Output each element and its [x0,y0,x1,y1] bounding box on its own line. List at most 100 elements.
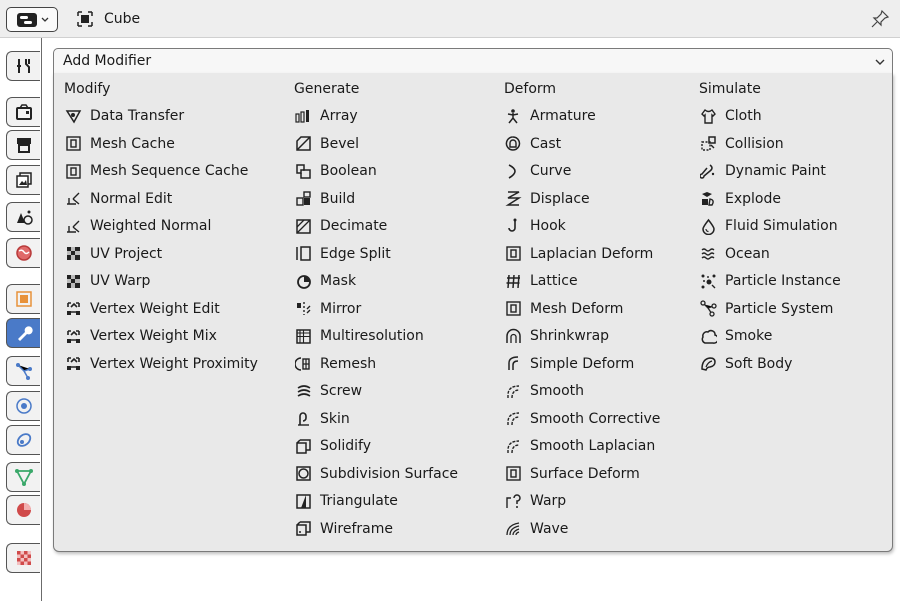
menu-item-mesh-deform[interactable]: Mesh Deform [502,297,623,321]
add-modifier-label: Add Modifier [63,53,152,69]
menu-item-hook[interactable]: Hook [502,214,566,238]
menu-item-fluid-simulation[interactable]: Fluid Simulation [697,214,838,238]
menu-item-mask[interactable]: Mask [292,269,356,293]
menu-item-remesh[interactable]: Remesh [292,352,376,376]
menu-item-weighted-normal[interactable]: Weighted Normal [62,214,211,238]
world-tab[interactable] [6,238,40,268]
menu-item-collision[interactable]: Collision [697,132,784,156]
menu-item-screw[interactable]: Screw [292,379,362,403]
column-heading-simulate: Simulate [699,81,761,97]
menu-item-label: Smoke [725,328,773,344]
menu-item-laplacian-deform[interactable]: Laplacian Deform [502,242,653,266]
hook-icon [502,216,524,236]
pin-icon[interactable] [870,9,890,29]
decimate-icon [292,216,314,236]
menu-item-solidify[interactable]: Solidify [292,434,371,458]
menu-item-boolean[interactable]: Boolean [292,159,377,183]
menu-item-uv-warp[interactable]: UV Warp [62,269,150,293]
smoke-icon [697,326,719,346]
menu-item-triangulate[interactable]: Triangulate [292,489,398,513]
menu-item-decimate[interactable]: Decimate [292,214,387,238]
world-icon [15,245,32,261]
menu-item-multiresolution[interactable]: Multiresolution [292,324,424,348]
menu-item-skin[interactable]: Skin [292,407,350,431]
view-layer-tab[interactable] [6,165,40,195]
menu-item-warp[interactable]: Warp [502,489,566,513]
menu-item-soft-body[interactable]: Soft Body [697,352,792,376]
output-tab[interactable] [6,130,40,160]
explode-icon [697,189,719,209]
render-tab[interactable] [6,97,40,127]
menu-item-label: Simple Deform [530,355,635,372]
texture-tab[interactable] [6,543,40,573]
collision-icon [697,134,719,154]
editor-type-button[interactable] [6,7,58,32]
menu-item-smooth-corrective[interactable]: Smooth Corrective [502,407,660,431]
uv-project-icon [62,244,84,264]
menu-item-explode[interactable]: Explode [697,187,781,211]
menu-item-label: Vertex Weight Mix [90,328,217,344]
data-tab[interactable] [6,462,40,492]
menu-item-uv-project[interactable]: UV Project [62,242,162,266]
menu-item-vertex-weight-edit[interactable]: Vertex Weight Edit [62,297,220,321]
menu-item-lattice[interactable]: Lattice [502,269,578,293]
menu-item-wave[interactable]: Wave [502,517,568,541]
multiresolution-icon [292,326,314,346]
modifier-tab[interactable] [6,318,40,348]
menu-item-smoke[interactable]: Smoke [697,324,772,348]
wave-icon [502,519,524,539]
menu-item-surface-deform[interactable]: Surface Deform [502,462,640,486]
menu-item-particle-instance[interactable]: Particle Instance [697,269,841,293]
menu-item-displace[interactable]: Displace [502,187,590,211]
menu-item-bevel[interactable]: Bevel [292,132,359,156]
menu-item-label: Mask [320,273,357,289]
build-icon [292,189,314,209]
menu-item-armature[interactable]: Armature [502,104,596,128]
menu-item-normal-edit[interactable]: Normal Edit [62,187,172,211]
menu-item-smooth-laplacian[interactable]: Smooth Laplacian [502,434,655,458]
data-transfer-icon [62,106,84,126]
menu-item-edge-split[interactable]: Edge Split [292,242,391,266]
menu-item-label: Array [320,108,358,124]
menu-item-vertex-weight-mix[interactable]: Vertex Weight Mix [62,324,217,348]
menu-item-wireframe[interactable]: Wireframe [292,517,393,541]
scene-tab[interactable] [6,202,40,232]
constraints-tab[interactable] [6,425,40,455]
tool-tab[interactable] [6,51,40,81]
menu-item-label: Build [320,190,356,207]
chevron-down-icon [875,59,885,65]
mesh-data-icon [14,469,33,486]
menu-item-label: Ocean [725,245,770,262]
menu-item-label: Bevel [320,135,360,152]
curve-icon [502,161,524,181]
physics-tab[interactable] [6,391,40,421]
menu-item-shrinkwrap[interactable]: Shrinkwrap [502,324,609,348]
object-tab[interactable] [6,284,40,314]
menu-item-label: Dynamic Paint [725,163,826,179]
surface-deform-icon [502,464,524,484]
menu-item-particle-system[interactable]: Particle System [697,297,833,321]
menu-item-array[interactable]: Array [292,104,358,128]
menu-item-smooth[interactable]: Smooth [502,379,584,403]
add-modifier-dropdown[interactable]: Add Modifier [53,48,893,74]
menu-item-cast[interactable]: Cast [502,132,561,156]
menu-item-mesh-sequence-cache[interactable]: Mesh Sequence Cache [62,159,248,183]
menu-item-label: Boolean [320,163,377,179]
menu-item-subdivision-surface[interactable]: Subdivision Surface [292,462,458,486]
menu-item-curve[interactable]: Curve [502,159,571,183]
particles-tab[interactable] [6,356,40,386]
menu-item-ocean[interactable]: Ocean [697,242,770,266]
menu-item-mesh-cache[interactable]: Mesh Cache [62,132,175,156]
smooth-laplacian-icon [502,436,524,456]
menu-item-data-transfer[interactable]: Data Transfer [62,104,184,128]
ocean-icon [697,244,719,264]
vertex-weight-proximity-icon [62,354,84,374]
menu-item-cloth[interactable]: Cloth [697,104,762,128]
menu-item-build[interactable]: Build [292,187,355,211]
menu-item-simple-deform[interactable]: Simple Deform [502,352,634,376]
menu-item-vertex-weight-proximity[interactable]: Vertex Weight Proximity [62,352,258,376]
menu-item-label: Smooth [530,383,585,399]
material-tab[interactable] [6,495,40,525]
menu-item-dynamic-paint[interactable]: Dynamic Paint [697,159,826,183]
menu-item-mirror[interactable]: Mirror [292,297,361,321]
